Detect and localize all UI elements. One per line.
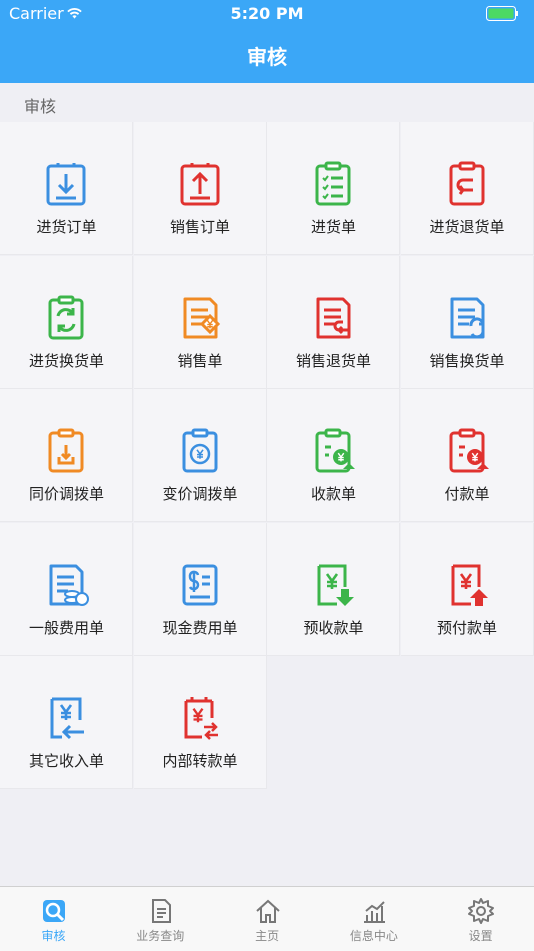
tab-gear[interactable]: 设置 xyxy=(427,887,534,951)
general-expense-icon xyxy=(49,564,89,606)
cash-expense-icon xyxy=(182,564,217,605)
grid-item-label: 进货退货单 xyxy=(429,218,505,236)
tab-bar: 审核 业务查询 主页 信息中心 设置 xyxy=(0,886,534,951)
grid-item[interactable]: 预付款单 xyxy=(400,522,534,656)
grid-item-label: 现金费用单 xyxy=(162,618,238,637)
grid-item-label: 同价调拨单 xyxy=(28,485,104,503)
grid-item-label: 进货订单 xyxy=(36,218,97,236)
exchange-document-icon xyxy=(450,297,484,338)
status-time: 5:20 PM xyxy=(230,4,304,23)
exchange-clipboard-icon xyxy=(48,295,84,339)
tab-label: 信息中心 xyxy=(349,929,398,943)
grid-item[interactable]: 销售单 xyxy=(133,255,267,389)
home-icon xyxy=(255,899,280,923)
upload-clipboard-icon xyxy=(180,163,219,206)
grid-item[interactable]: 内部转款单 xyxy=(133,656,267,789)
internal-transfer-icon xyxy=(184,697,218,740)
return-clipboard-icon xyxy=(449,161,484,206)
grid-item[interactable]: 其它收入单 xyxy=(0,656,133,789)
gear-icon xyxy=(468,898,495,924)
grid-item[interactable]: 付款单 xyxy=(400,389,534,522)
download-clipboard-icon xyxy=(46,163,86,206)
grid-item[interactable]: 一般费用单 xyxy=(0,522,133,656)
pay-out-icon xyxy=(449,428,489,473)
grid-item-label: 进货换货单 xyxy=(28,351,104,370)
tab-audit[interactable]: 审核 xyxy=(0,887,107,951)
grid-item-label: 销售换货单 xyxy=(429,351,505,370)
battery-icon xyxy=(486,6,518,21)
grid-item-label: 变价调拨单 xyxy=(162,485,238,503)
grid-item[interactable]: 收款单 xyxy=(267,389,400,522)
grid-item-label: 预收款单 xyxy=(303,618,364,637)
tab-label: 业务查询 xyxy=(136,929,185,943)
grid-item[interactable]: 进货订单 xyxy=(0,122,133,255)
grid-item[interactable]: 销售退货单 xyxy=(267,255,400,389)
transfer-clipboard-icon xyxy=(48,428,84,473)
grid-item-label: 其它收入单 xyxy=(28,752,104,770)
grid-item[interactable]: 预收款单 xyxy=(267,522,400,656)
status-bar: Carrier 5:20 PM xyxy=(0,0,534,28)
grid-item-label: 一般费用单 xyxy=(28,618,104,637)
tab-chart[interactable]: 信息中心 xyxy=(320,887,427,951)
tag-document-icon xyxy=(183,297,220,338)
receive-payment-icon xyxy=(315,428,355,473)
checklist-clipboard-icon xyxy=(315,161,351,206)
grid-item-label: 销售退货单 xyxy=(295,351,371,370)
audit-icon xyxy=(43,900,65,922)
document-icon xyxy=(151,899,171,923)
grid-item-label: 内部转款单 xyxy=(162,752,238,770)
grid-item-label: 付款单 xyxy=(444,485,490,503)
advance-receive-icon xyxy=(317,564,354,606)
grid-item[interactable]: 进货单 xyxy=(267,122,400,255)
grid-item[interactable]: 销售换货单 xyxy=(400,255,534,389)
grid-item[interactable]: 进货换货单 xyxy=(0,255,133,389)
grid-item-label: 销售订单 xyxy=(169,218,230,236)
chart-icon xyxy=(364,901,386,923)
grid-item[interactable]: 销售订单 xyxy=(133,122,267,255)
navigation-bar: Carrier 5:20 PM 审核 xyxy=(0,0,534,83)
tab-label: 主页 xyxy=(255,929,280,943)
grid-item-label: 销售单 xyxy=(177,351,223,370)
section-title: 审核 xyxy=(24,97,57,116)
other-income-icon xyxy=(50,697,84,740)
return-document-icon xyxy=(316,297,351,338)
tab-label: 审核 xyxy=(41,929,66,943)
tab-label: 设置 xyxy=(468,929,493,943)
grid-item[interactable]: 变价调拨单 xyxy=(133,389,267,522)
grid-item[interactable]: 现金费用单 xyxy=(133,522,267,656)
yuan-cycle-clipboard-icon xyxy=(182,428,217,473)
tab-home[interactable]: 主页 xyxy=(214,887,321,951)
tab-document[interactable]: 业务查询 xyxy=(107,887,214,951)
page-title: 审核 xyxy=(247,45,287,69)
grid-item[interactable]: 进货退货单 xyxy=(400,122,534,255)
advance-pay-icon xyxy=(451,564,488,606)
grid-item-label: 进货单 xyxy=(310,218,356,236)
grid-item[interactable]: 同价调拨单 xyxy=(0,389,133,522)
grid-item-label: 收款单 xyxy=(310,485,356,503)
grid-item-label: 预付款单 xyxy=(436,618,497,637)
